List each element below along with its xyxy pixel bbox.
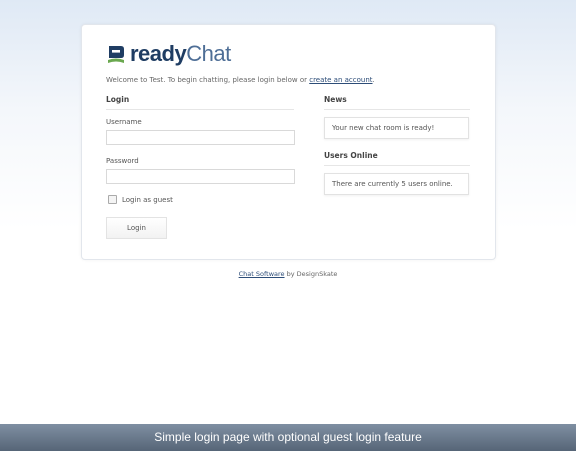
footer-credit: by DesignSkate [284,270,338,278]
checkbox-icon[interactable] [108,195,117,204]
welcome-suffix: . [372,76,375,84]
welcome-text: Welcome to Test. To begin chatting, plea… [106,76,375,84]
news-message: Your new chat room is ready! [324,117,469,139]
news-section-title: News [324,95,347,104]
password-input[interactable] [106,169,295,184]
welcome-prefix: Welcome to Test. To begin chatting, plea… [106,76,310,84]
guest-login-option[interactable]: Login as guest [108,195,173,204]
username-label: Username [106,118,142,126]
readychat-logo-icon [108,46,124,63]
logo-text-ready: ready [130,41,187,66]
logo: readyChat [106,41,231,67]
users-online-divider [324,165,470,166]
logo-text-chat: Chat [186,41,231,66]
guest-login-label: Login as guest [122,195,173,204]
users-online-section-title: Users Online [324,151,378,160]
create-account-link[interactable]: create an account [309,76,372,84]
login-button[interactable]: Login [106,217,167,239]
logo-text: readyChat [130,41,231,67]
login-divider [106,109,294,110]
chat-software-link[interactable]: Chat Software [239,270,285,278]
users-online-message: There are currently 5 users online. [324,173,469,195]
password-label: Password [106,157,139,165]
login-section-title: Login [106,95,130,104]
username-input[interactable] [106,130,295,145]
caption-bar: Simple login page with optional guest lo… [0,424,576,451]
footer: Chat Software by DesignSkate [0,270,576,278]
news-divider [324,109,470,110]
login-card: readyChat Welcome to Test. To begin chat… [81,24,496,260]
